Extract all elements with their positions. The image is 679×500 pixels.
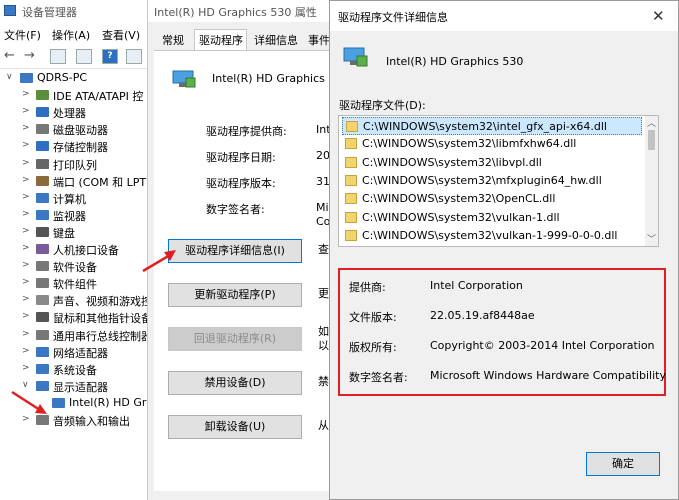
annotation-arrow-device (11, 390, 47, 414)
